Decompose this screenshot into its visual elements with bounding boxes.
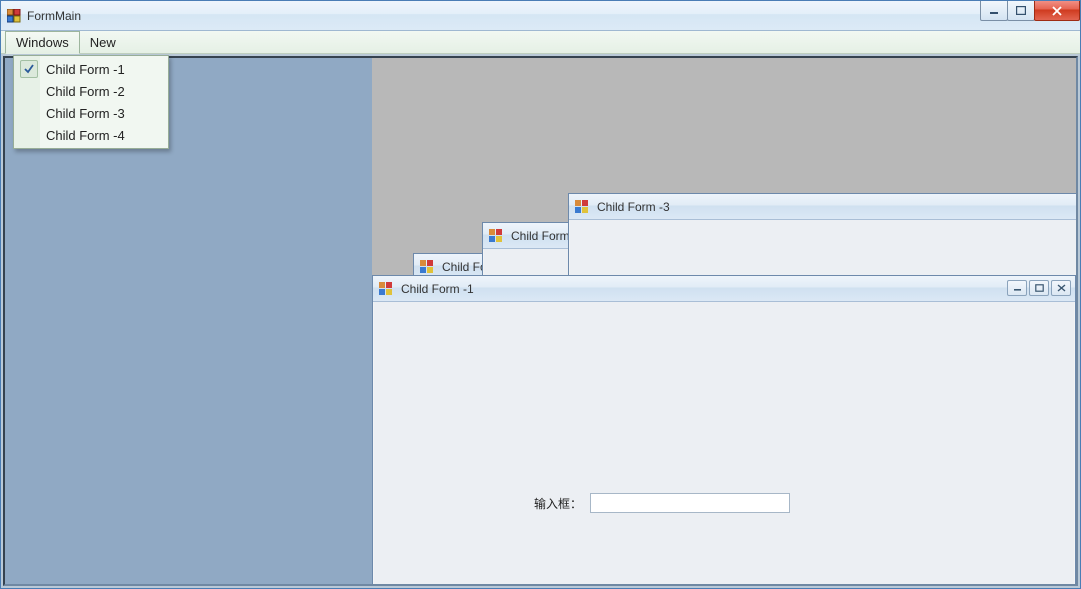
close-button[interactable] bbox=[1034, 1, 1080, 21]
dropdown-item-childform2[interactable]: Child Form -2 bbox=[16, 80, 166, 102]
child-form-3-titlebar[interactable]: Child Form -3 bbox=[569, 194, 1078, 220]
close-icon bbox=[1057, 284, 1066, 292]
app-icon bbox=[489, 229, 503, 243]
check-icon bbox=[20, 126, 38, 144]
menu-windows[interactable]: Windows bbox=[5, 31, 80, 54]
dropdown-item-label: Child Form -2 bbox=[46, 84, 125, 99]
minimize-icon bbox=[989, 7, 999, 15]
check-icon bbox=[20, 82, 38, 100]
window-controls bbox=[981, 1, 1080, 21]
child-form-1-body: 输入框： bbox=[374, 303, 1074, 584]
child-form-1-titlebar[interactable]: Child Form -1 bbox=[373, 276, 1075, 302]
main-titlebar[interactable]: FormMain bbox=[1, 1, 1080, 31]
child-form-3-title: Child Form -3 bbox=[597, 200, 670, 214]
minimize-button[interactable] bbox=[980, 1, 1008, 21]
child-form-2-title: Child Form bbox=[511, 229, 570, 243]
input-row: 输入框： bbox=[534, 493, 790, 513]
check-icon bbox=[20, 104, 38, 122]
text-input[interactable] bbox=[590, 493, 790, 513]
app-icon bbox=[7, 9, 21, 23]
input-label: 输入框： bbox=[534, 495, 582, 512]
app-icon bbox=[379, 282, 393, 296]
close-icon bbox=[1051, 6, 1063, 16]
menubar: Windows New bbox=[1, 31, 1080, 54]
maximize-icon bbox=[1016, 6, 1026, 15]
app-icon bbox=[420, 260, 434, 274]
child-form-1-title: Child Form -1 bbox=[401, 282, 474, 296]
main-window: FormMain Windows New bbox=[0, 0, 1081, 589]
dropdown-item-childform1[interactable]: Child Form -1 bbox=[16, 58, 166, 80]
child-maximize-button[interactable] bbox=[1029, 280, 1049, 296]
child-minimize-button[interactable] bbox=[1007, 280, 1027, 296]
menu-windows-label: Windows bbox=[16, 35, 69, 50]
dropdown-item-childform4[interactable]: Child Form -4 bbox=[16, 124, 166, 146]
dropdown-item-label: Child Form -4 bbox=[46, 128, 125, 143]
app-icon bbox=[575, 200, 589, 214]
minimize-icon bbox=[1013, 284, 1022, 292]
menu-new[interactable]: New bbox=[80, 31, 126, 53]
menu-new-label: New bbox=[90, 35, 116, 50]
dropdown-item-label: Child Form -1 bbox=[46, 62, 125, 77]
windows-dropdown: Child Form -1 Child Form -2 Child Form -… bbox=[13, 55, 169, 149]
check-icon bbox=[20, 60, 38, 78]
maximize-icon bbox=[1035, 284, 1044, 292]
dropdown-item-childform3[interactable]: Child Form -3 bbox=[16, 102, 166, 124]
window-title: FormMain bbox=[27, 9, 81, 23]
child-form-4-title: Child Fo bbox=[442, 260, 487, 274]
child-form-1[interactable]: Child Form -1 输入框： bbox=[372, 275, 1076, 586]
child-close-button[interactable] bbox=[1051, 280, 1071, 296]
dropdown-item-label: Child Form -3 bbox=[46, 106, 125, 121]
child-form-1-controls bbox=[1007, 280, 1071, 296]
maximize-button[interactable] bbox=[1007, 1, 1035, 21]
